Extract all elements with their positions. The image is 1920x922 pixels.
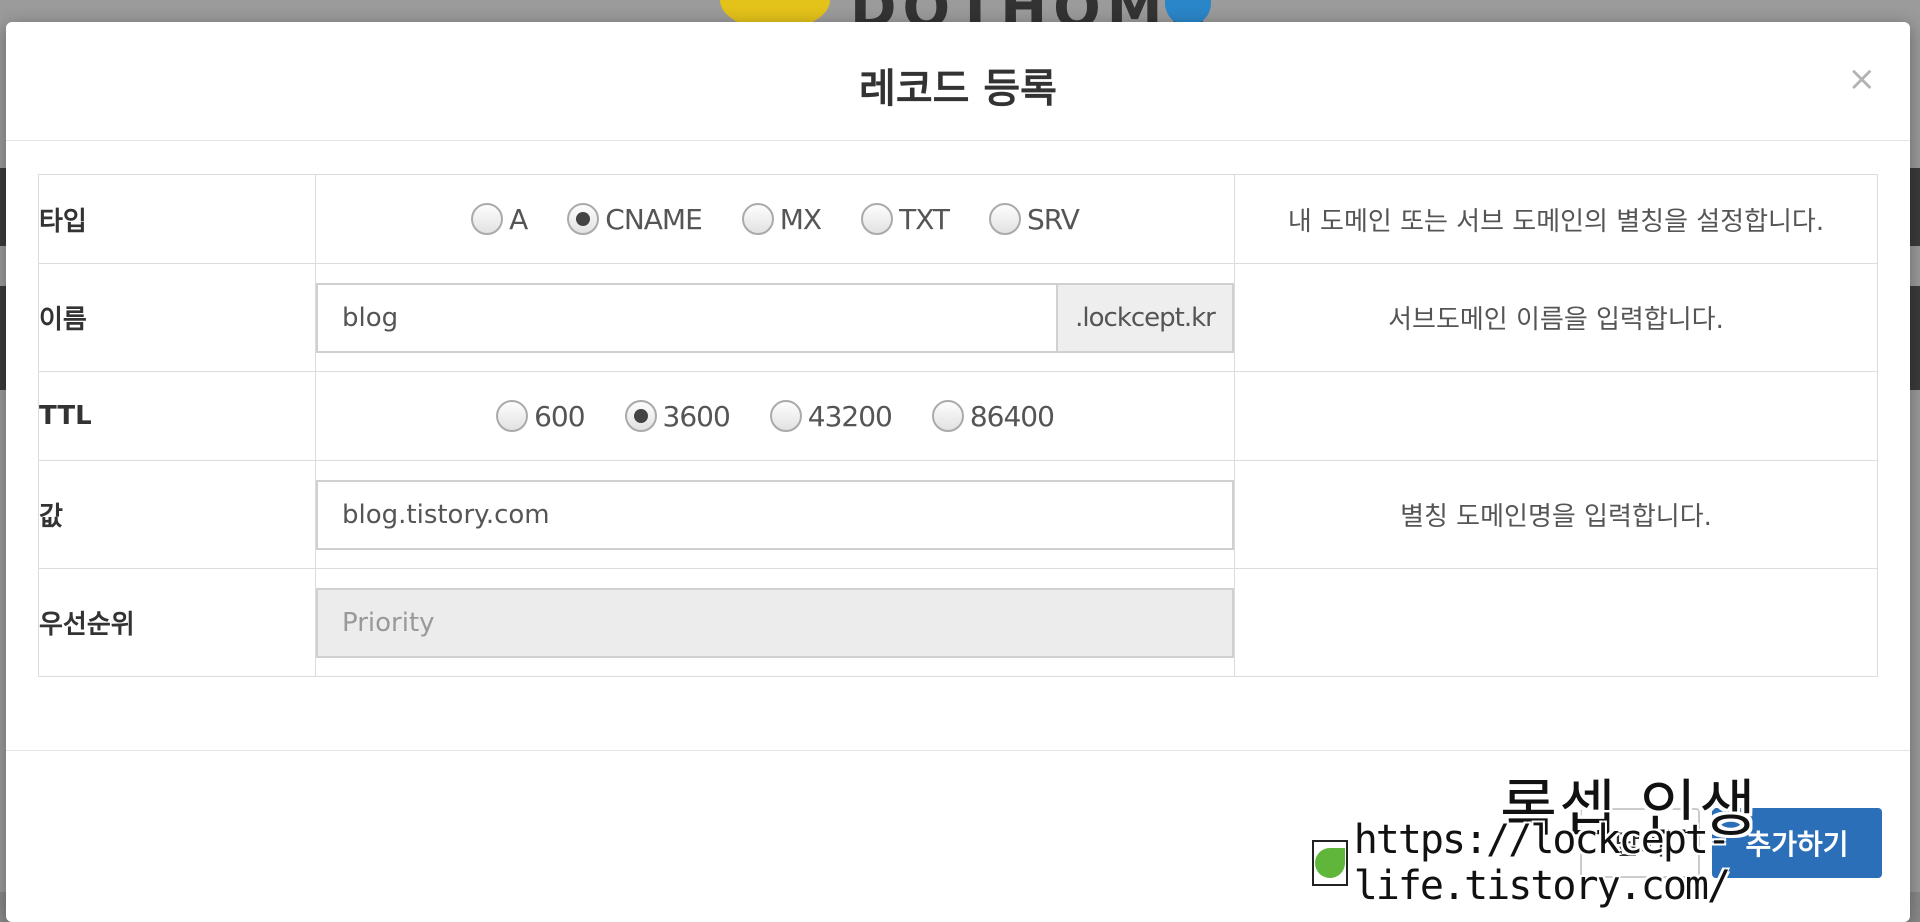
value-label: 값 (38, 460, 316, 569)
ttl-help (1234, 371, 1878, 461)
domain-suffix: .lockcept.kr (1058, 282, 1234, 353)
form-row-value: 값 blog.tistory.com 별칭 도메인명을 입력합니다. (38, 460, 1878, 569)
priority-input[interactable]: Priority (316, 587, 1234, 658)
watermark-url: https://lockcept-life.tistory.com/ (1353, 817, 1731, 909)
radio-circle-icon[interactable] (471, 203, 504, 235)
radio-circle-icon[interactable] (567, 203, 600, 235)
radio-circle-icon[interactable] (496, 400, 529, 432)
radio-type-txt[interactable]: TXT (861, 202, 950, 236)
form-row-type: 타입 A CNAME MX TXT SRV 내 도메인 또는 서브 도메인의 별칭을 설… (38, 174, 1878, 264)
radio-label: TXT (899, 202, 950, 236)
radio-type-mx[interactable]: MX (741, 202, 822, 236)
type-radio-group: A CNAME MX TXT SRV (316, 203, 1234, 236)
radio-label: 600 (534, 399, 585, 433)
radio-type-cname[interactable]: CNAME (567, 202, 703, 236)
priority-field: Priority (315, 568, 1235, 677)
radio-label: 43200 (807, 399, 893, 433)
form-row-name: 이름 blog .lockcept.kr 서브도메인 이름을 입력합니다. (38, 263, 1878, 372)
ttl-field: 600 3600 43200 86400 (315, 371, 1235, 461)
radio-circle-icon[interactable] (989, 203, 1022, 235)
value-input-group: blog.tistory.com (316, 479, 1234, 550)
radio-circle-icon[interactable] (861, 203, 894, 235)
name-input-group: blog .lockcept.kr (316, 282, 1234, 353)
radio-ttl-3600[interactable]: 3600 (624, 399, 731, 433)
radio-label: 86400 (969, 399, 1055, 433)
form-row-ttl: TTL 600 3600 43200 86400 (38, 371, 1878, 461)
type-label: 타입 (38, 174, 316, 264)
radio-ttl-43200[interactable]: 43200 (769, 399, 893, 433)
radio-circle-icon[interactable] (931, 400, 964, 432)
radio-ttl-600[interactable]: 600 (496, 399, 586, 433)
name-label: 이름 (38, 263, 316, 372)
ttl-label: TTL (38, 371, 316, 461)
radio-label: 3600 (662, 399, 731, 433)
blog-logo-icon (1312, 840, 1348, 886)
form-row-priority: 우선순위 Priority (38, 568, 1878, 677)
priority-help (1234, 568, 1878, 677)
type-help: 내 도메인 또는 서브 도메인의 별칭을 설정합니다. (1234, 174, 1878, 264)
value-input[interactable]: blog.tistory.com (316, 479, 1234, 550)
radio-circle-icon[interactable] (624, 400, 657, 432)
modal-header: 레코드 등록 × (6, 22, 1910, 141)
modal-title: 레코드 등록 (859, 66, 1057, 112)
radio-label: MX (779, 202, 822, 236)
name-field: blog .lockcept.kr (315, 263, 1235, 372)
type-field: A CNAME MX TXT SRV (315, 174, 1235, 264)
priority-label: 우선순위 (38, 568, 316, 677)
radio-label: CNAME (605, 202, 702, 236)
value-field: blog.tistory.com (315, 460, 1235, 569)
radio-circle-icon[interactable] (741, 203, 774, 235)
radio-type-srv[interactable]: SRV (989, 202, 1080, 236)
value-help: 별칭 도메인명을 입력합니다. (1234, 460, 1878, 569)
record-form: 타입 A CNAME MX TXT SRV 내 도메인 또는 서브 도메인의 별칭을 설… (38, 174, 1878, 677)
ttl-radio-group: 600 3600 43200 86400 (316, 400, 1234, 433)
name-input[interactable]: blog (316, 282, 1058, 353)
close-icon[interactable]: × (1848, 62, 1877, 96)
watermark-url-block: https://lockcept-life.tistory.com/ (1312, 817, 1920, 909)
radio-label: A (509, 202, 528, 236)
radio-circle-icon[interactable] (769, 400, 802, 432)
modal-footer-divider (6, 750, 1910, 751)
radio-ttl-86400[interactable]: 86400 (931, 399, 1055, 433)
name-help: 서브도메인 이름을 입력합니다. (1234, 263, 1878, 372)
radio-label: SRV (1027, 202, 1080, 236)
priority-input-group: Priority (316, 587, 1234, 658)
radio-type-a[interactable]: A (471, 202, 528, 236)
